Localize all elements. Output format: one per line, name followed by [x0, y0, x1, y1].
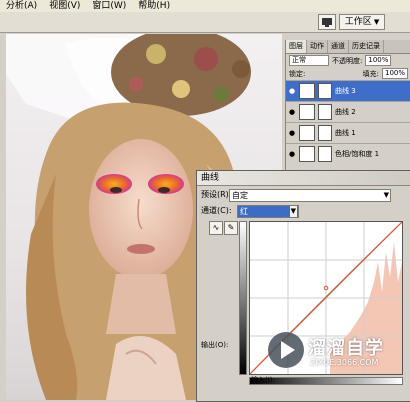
layer-mask-thumbnail: [318, 146, 332, 162]
layers-panel: 图层 动作 通道 历史记录 正常 不透明度: 100% 锁定: 填充: 100%…: [285, 40, 410, 170]
preset-label: 预设(R):: [201, 190, 232, 199]
output-label: 输出(O):: [201, 341, 229, 349]
layer-name: 曲线 1: [335, 129, 356, 137]
opacity-label: 不透明度:: [332, 56, 363, 65]
watermark-brand: 溜溜自学: [308, 338, 384, 359]
eye-icon[interactable]: ●: [288, 150, 296, 158]
tab-history[interactable]: 历史记录: [349, 40, 384, 53]
layer-mask-thumbnail: [318, 83, 332, 99]
hue-saturation-icon: [299, 146, 315, 162]
lock-label: 锁定:: [289, 69, 306, 78]
menu-window[interactable]: 窗口(W): [86, 0, 132, 12]
panel-tabs: 图层 动作 通道 历史记录: [286, 40, 410, 54]
lock-row: 锁定: 填充: 100%: [286, 67, 410, 80]
fill-label: 填充:: [362, 69, 379, 78]
preset-select[interactable]: 自定 ▼: [229, 189, 391, 202]
fill-input[interactable]: 100%: [381, 68, 408, 79]
output-gradient-bar: [239, 221, 247, 375]
layer-name: 曲线 2: [335, 108, 356, 116]
watermark-url: ZIXUE.3066.COM: [310, 358, 379, 367]
layer-mask-thumbnail: [318, 125, 332, 141]
chevron-down-icon: ▼: [373, 18, 380, 26]
curves-adjustment-icon: [299, 104, 315, 120]
layer-name: 色相/饱和度 1: [335, 150, 380, 158]
opacity-input[interactable]: 100%: [365, 55, 392, 66]
layer-mask-thumbnail: [318, 104, 332, 120]
menu-analysis[interactable]: 分析(A): [0, 0, 43, 12]
blend-row: 正常 不透明度: 100%: [286, 54, 410, 67]
chevron-down-icon: ▼: [289, 206, 297, 217]
play-logo-icon: [268, 332, 304, 368]
layer-row[interactable]: ● 曲线 3: [286, 80, 410, 101]
watermark-logo: 溜溜自学 ZIXUE.3066.COM: [266, 328, 410, 380]
eye-icon[interactable]: ●: [288, 87, 296, 95]
menu-help[interactable]: 帮助(H): [132, 0, 176, 12]
channel-select[interactable]: 红 ▼: [237, 205, 299, 218]
layer-row[interactable]: ● 曲线 1: [286, 122, 410, 143]
channel-label: 通道(C):: [201, 206, 232, 215]
tab-layers[interactable]: 图层: [286, 40, 307, 53]
workspace-button[interactable]: 工作区 ▼: [339, 14, 385, 30]
preset-value: 自定: [232, 191, 248, 200]
options-bar: 工作区 ▼: [0, 12, 410, 33]
curves-adjustment-icon: [299, 125, 315, 141]
layer-row[interactable]: ● 色相/饱和度 1: [286, 143, 410, 164]
tab-channels[interactable]: 通道: [328, 40, 349, 53]
chevron-down-icon: ▼: [383, 191, 389, 199]
channel-value: 红: [240, 207, 248, 216]
eye-icon[interactable]: ●: [288, 129, 296, 137]
eye-icon[interactable]: ●: [288, 108, 296, 116]
workspace-label: 工作区: [344, 17, 372, 27]
layer-row[interactable]: ● 曲线 2: [286, 101, 410, 122]
dialog-title: 曲线: [197, 171, 410, 186]
menu-view[interactable]: 视图(V): [43, 0, 86, 12]
layer-name: 曲线 3: [335, 87, 356, 95]
blend-mode-select[interactable]: 正常: [289, 55, 329, 66]
curves-adjustment-icon: [299, 83, 315, 99]
screen-mode-button[interactable]: [318, 14, 336, 30]
tab-actions[interactable]: 动作: [307, 40, 328, 53]
pencil-tool-icon[interactable]: ✎: [224, 221, 238, 235]
screen-mode-icon: [322, 18, 332, 27]
curve-point-tool-icon[interactable]: ∿: [209, 221, 223, 235]
